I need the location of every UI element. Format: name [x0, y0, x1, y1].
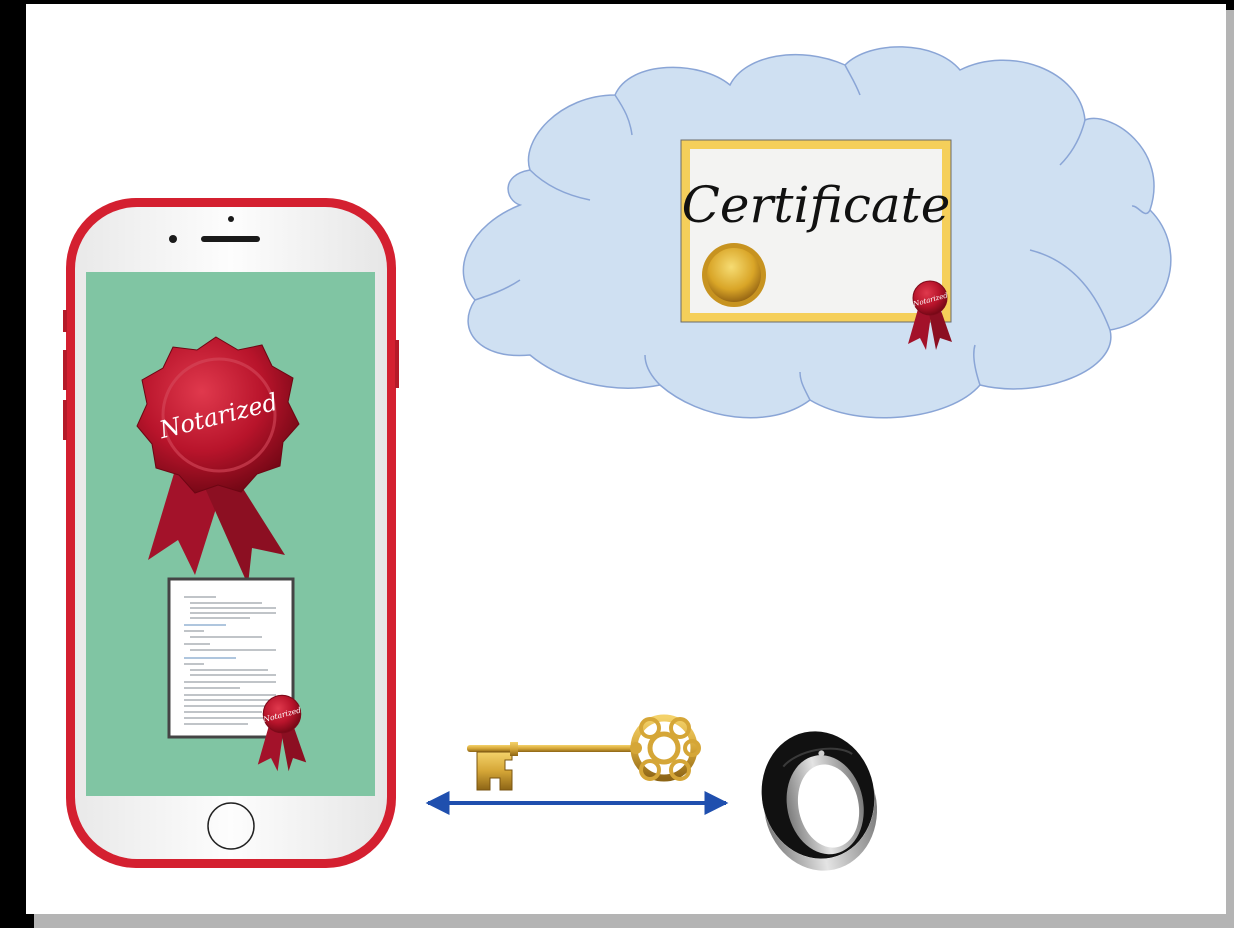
speaker-grille — [201, 236, 260, 242]
smartphone-icon: Notarized Notarized — [63, 198, 399, 868]
sensor-icon — [169, 235, 177, 243]
diagram-canvas: Certificate Notarized Notarized Notarize… — [26, 4, 1234, 928]
front-camera-icon — [228, 216, 234, 222]
certificate: Certificate Notarized — [680, 139, 953, 351]
gold-seal-icon — [702, 243, 766, 307]
certificate-title: Certificate — [682, 176, 951, 234]
